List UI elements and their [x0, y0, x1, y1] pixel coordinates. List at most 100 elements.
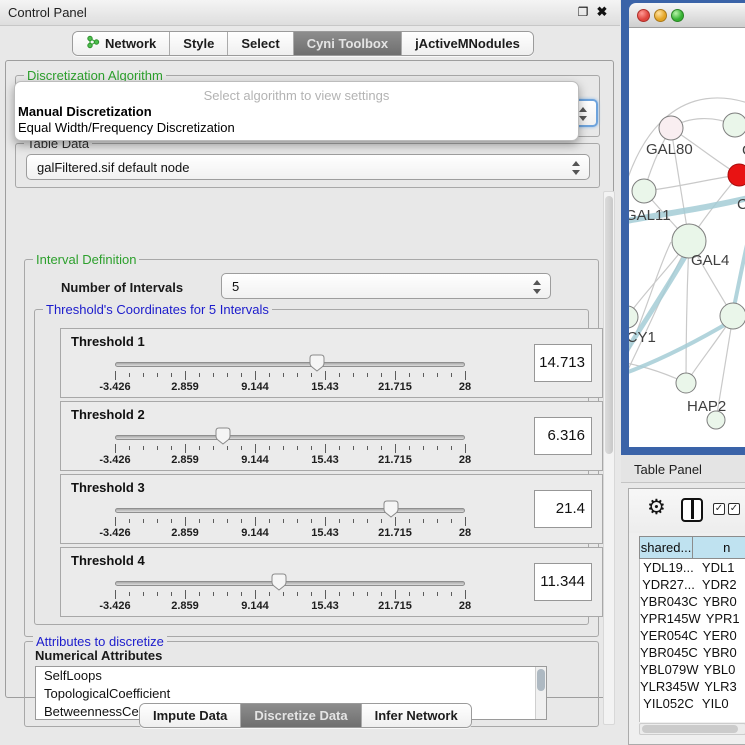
tab-label: Select: [241, 36, 279, 51]
tab-infer-network[interactable]: Infer Network: [362, 704, 471, 727]
cell-shared-name: YIL052C: [640, 695, 697, 712]
network-node-h[interactable]: [720, 303, 745, 329]
cell-shared-name: YPR145W: [640, 610, 701, 627]
tab-cyni-toolbox[interactable]: Cyni Toolbox: [294, 32, 402, 55]
network-node[interactable]: [707, 411, 725, 429]
table-row[interactable]: YIL052CYIL0: [640, 695, 745, 712]
network-node-ga[interactable]: [723, 113, 745, 137]
network-window-titlebar[interactable]: [629, 3, 745, 28]
table-row[interactable]: YBR043CYBR0: [640, 593, 745, 610]
threshold-slider-thumb[interactable]: [215, 427, 231, 445]
threshold-value-field[interactable]: 11.344: [534, 563, 592, 601]
threshold-value-field[interactable]: 21.4: [534, 490, 592, 528]
table-row[interactable]: YBR045CYBR0: [640, 644, 745, 661]
node-label: GCY1: [629, 329, 656, 346]
dropdown-option-equal-width[interactable]: Equal Width/Frequency Discretization: [18, 120, 235, 135]
table-panel-body: ⚙ ✓ ✓ shared...n YDL19...YDL1YDR27...YDR…: [628, 488, 745, 745]
table-row[interactable]: YLR345WYLR3: [640, 678, 745, 695]
algorithm-dropdown-popup: Select algorithm to view settings Manual…: [14, 81, 579, 141]
slider-ticks: [115, 590, 465, 600]
combo-arrows-icon: [532, 279, 541, 295]
threshold-slider-track[interactable]: [115, 581, 465, 586]
attribute-list-item[interactable]: TopologicalCoefficient: [36, 685, 546, 703]
float-window-icon[interactable]: ❐: [576, 5, 590, 19]
tab-network[interactable]: Network: [73, 32, 170, 55]
threshold-slider-track[interactable]: [115, 508, 465, 513]
mac-zoom-icon[interactable]: [671, 9, 684, 22]
threshold-value-field[interactable]: 6.316: [534, 417, 592, 455]
threshold-slider-thumb[interactable]: [271, 573, 287, 591]
slider-ticks: [115, 371, 465, 381]
threshold-value-field[interactable]: 14.713: [534, 344, 592, 382]
tab-select[interactable]: Select: [228, 32, 293, 55]
network-view-window[interactable]: GAL80GACGAL11GAL4GCY1HHAP2: [621, 0, 745, 455]
table-data-combobox[interactable]: galFiltered.sif default node: [26, 154, 590, 180]
table-row[interactable]: YBL079WYBL0: [640, 661, 745, 678]
slider-scale-labels: -3.4262.8599.14415.4321.71528: [115, 600, 465, 612]
number-of-intervals-label: Number of Intervals: [61, 280, 183, 295]
slider-ticks: [115, 444, 465, 454]
control-panel-titlebar: Control Panel ❐ ✖: [0, 0, 620, 26]
node-label: GAL11: [629, 207, 671, 224]
slider-ticks: [115, 517, 465, 527]
bottom-tab-bar: Impute Data Discretize Data Infer Network: [139, 703, 472, 728]
threshold-panel-2: Threshold 2 -3.4262.8599.14415.4321.71528…: [60, 401, 603, 471]
table-row[interactable]: YDL19...YDL1: [640, 559, 745, 576]
dropdown-option-manual[interactable]: Manual Discretization: [18, 104, 152, 119]
settings-vertical-scrollbar[interactable]: [603, 191, 615, 725]
slider-scale-labels: -3.4262.8599.14415.4321.71528: [115, 527, 465, 539]
threshold-slider-thumb[interactable]: [383, 500, 399, 518]
cell-shared-name: YER054C: [640, 627, 698, 644]
network-canvas[interactable]: GAL80GACGAL11GAL4GCY1HHAP2: [629, 28, 745, 447]
combo-arrows-icon: [571, 160, 580, 176]
network-graph: GAL80GACGAL11GAL4GCY1HHAP2: [629, 28, 745, 447]
close-panel-icon[interactable]: ✖: [595, 4, 609, 18]
column-header-1[interactable]: shared...: [639, 536, 693, 559]
mac-close-icon[interactable]: [637, 9, 650, 22]
checkbox-checked-icon[interactable]: ✓: [713, 503, 725, 515]
dropdown-hint-item[interactable]: Select algorithm to view settings: [15, 88, 578, 103]
table-horizontal-scrollbar[interactable]: [639, 723, 745, 735]
table-body: YDL19...YDL1YDR27...YDR2YBR043CYBR0YPR14…: [639, 559, 745, 722]
node-label: C: [737, 196, 745, 213]
attributes-list-scrollbar[interactable]: [535, 667, 546, 719]
cell-shared-name: YBL079W: [640, 661, 699, 678]
network-node-gal80[interactable]: [659, 116, 683, 140]
threshold-slider-track[interactable]: [115, 435, 465, 440]
threshold-label: Threshold 3: [71, 480, 145, 495]
threshold-slider-track[interactable]: [115, 362, 465, 367]
tab-label: Style: [183, 36, 214, 51]
network-node-gal11[interactable]: [632, 179, 656, 203]
threshold-label: Threshold 2: [71, 407, 145, 422]
cell-name: YBR0: [698, 644, 745, 661]
mac-minimize-icon[interactable]: [654, 9, 667, 22]
control-panel: Control Panel ❐ ✖ Network Style Select Cyni…: [0, 0, 620, 745]
split-columns-icon[interactable]: [681, 498, 703, 522]
combo-arrows-icon: [578, 106, 587, 122]
slider-scale-labels: -3.4262.8599.14415.4321.71528: [115, 381, 465, 393]
tab-jactivemnodules[interactable]: jActiveMNodules: [402, 32, 533, 55]
attribute-list-item[interactable]: SelfLoops: [36, 667, 546, 685]
threshold-slider-thumb[interactable]: [309, 354, 325, 372]
table-row[interactable]: YPR145WYPR1: [640, 610, 745, 627]
table-row[interactable]: YER054CYER0: [640, 627, 745, 644]
threshold-panel-4: Threshold 4-3.4262.8599.14415.4321.71528…: [60, 547, 603, 617]
tab-label: Discretize Data: [254, 708, 347, 723]
gear-icon[interactable]: ⚙: [647, 497, 666, 519]
network-node-c[interactable]: [728, 164, 745, 186]
network-node-gcy1[interactable]: [629, 306, 638, 328]
network-node-hap2[interactable]: [676, 373, 696, 393]
thresholds-group-title: Threshold's Coordinates for 5 Intervals: [43, 302, 272, 317]
slider-scale-labels: -3.4262.8599.14415.4321.71528: [115, 454, 465, 466]
node-label: GAL80: [646, 141, 693, 158]
cell-shared-name: YDL19...: [640, 559, 697, 576]
tab-impute-data[interactable]: Impute Data: [140, 704, 241, 727]
tab-style[interactable]: Style: [170, 32, 228, 55]
table-row[interactable]: YDR27...YDR2: [640, 576, 745, 593]
tab-discretize-data[interactable]: Discretize Data: [241, 704, 361, 727]
column-header-2[interactable]: n: [693, 536, 745, 559]
numerical-attributes-label: Numerical Attributes: [35, 648, 162, 663]
checkbox-checked-icon[interactable]: ✓: [728, 503, 740, 515]
number-of-intervals-combobox[interactable]: 5: [221, 273, 551, 299]
cell-shared-name: YBR045C: [640, 644, 698, 661]
